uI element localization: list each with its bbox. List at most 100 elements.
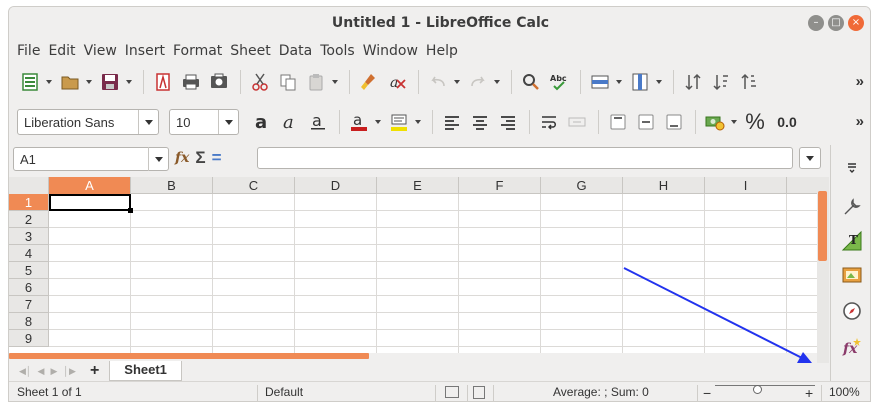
- minimize-button[interactable]: –: [808, 15, 824, 31]
- save-dropdown-arrow[interactable]: [125, 69, 133, 95]
- font-size-dropdown[interactable]: [218, 110, 238, 134]
- column-header-d[interactable]: D: [295, 177, 377, 194]
- previous-sheet-icon[interactable]: ◀: [38, 366, 45, 377]
- clone-formatting-button[interactable]: [356, 69, 382, 95]
- horizontal-scrollbar[interactable]: [9, 353, 817, 361]
- find-replace-button[interactable]: [518, 69, 544, 95]
- format-toolbar-overflow-button[interactable]: »: [856, 113, 864, 130]
- sort-descending-button[interactable]: [736, 69, 762, 95]
- row-header-2[interactable]: 2: [9, 211, 49, 228]
- zoom-slider-track[interactable]: [715, 385, 815, 386]
- zoom-level[interactable]: 100%: [829, 385, 860, 399]
- wrap-text-button[interactable]: [536, 109, 562, 135]
- menu-edit[interactable]: Edit: [44, 41, 79, 63]
- redo-dropdown-arrow[interactable]: [493, 69, 501, 95]
- column-dropdown-arrow[interactable]: [655, 69, 663, 95]
- align-center-button[interactable]: [467, 109, 493, 135]
- vertical-scroll-thumb[interactable]: [818, 191, 827, 261]
- print-button[interactable]: [178, 69, 204, 95]
- row-header-1[interactable]: 1: [9, 194, 49, 211]
- currency-dropdown[interactable]: [730, 109, 738, 135]
- row-header-3[interactable]: 3: [9, 228, 49, 245]
- menu-data[interactable]: Data: [275, 41, 316, 63]
- column-header-c[interactable]: C: [213, 177, 295, 194]
- maximize-button[interactable]: □: [828, 15, 844, 31]
- align-left-button[interactable]: [439, 109, 465, 135]
- sidebar-navigator-button[interactable]: [840, 299, 864, 323]
- name-box[interactable]: A1: [13, 147, 169, 171]
- open-button[interactable]: [57, 69, 83, 95]
- align-right-button[interactable]: [495, 109, 521, 135]
- horizontal-scroll-thumb[interactable]: [9, 353, 369, 359]
- paste-button[interactable]: [303, 69, 329, 95]
- highlight-color-dropdown[interactable]: [414, 109, 422, 135]
- menu-help[interactable]: Help: [422, 41, 462, 63]
- sidebar-properties-button[interactable]: [840, 195, 864, 219]
- column-header-h[interactable]: H: [623, 177, 705, 194]
- row-header-5[interactable]: 5: [9, 262, 49, 279]
- copy-button[interactable]: [275, 69, 301, 95]
- align-bottom-button[interactable]: [661, 109, 687, 135]
- column-header-b[interactable]: B: [131, 177, 213, 194]
- expand-formula-bar-button[interactable]: [799, 147, 821, 169]
- row-dropdown-arrow[interactable]: [615, 69, 623, 95]
- print-preview-button[interactable]: [206, 69, 232, 95]
- sum-button[interactable]: Σ: [195, 148, 205, 168]
- column-header-e[interactable]: E: [377, 177, 459, 194]
- new-dropdown-arrow[interactable]: [45, 69, 53, 95]
- first-sheet-icon[interactable]: ◀│: [19, 366, 32, 377]
- sidebar-functions-button[interactable]: fx: [840, 335, 864, 359]
- decimal-format-button[interactable]: 0.0: [770, 109, 804, 135]
- column-header-i[interactable]: I: [705, 177, 787, 194]
- column-button[interactable]: [627, 69, 653, 95]
- function-wizard-button[interactable]: fx: [175, 150, 189, 166]
- page-style[interactable]: Default: [265, 385, 303, 399]
- menu-sheet[interactable]: Sheet: [226, 41, 274, 63]
- menu-file[interactable]: File: [13, 41, 44, 63]
- font-color-dropdown[interactable]: [374, 109, 382, 135]
- row-header-6[interactable]: 6: [9, 279, 49, 296]
- sort-ascending-button[interactable]: [708, 69, 734, 95]
- font-name-dropdown[interactable]: [138, 110, 158, 134]
- zoom-out-button[interactable]: −: [703, 385, 711, 401]
- row-header-4[interactable]: 4: [9, 245, 49, 262]
- menu-insert[interactable]: Insert: [121, 41, 169, 63]
- merge-cells-button[interactable]: [564, 109, 590, 135]
- italic-button[interactable]: a: [277, 109, 303, 135]
- cell-cursor-a1[interactable]: [49, 194, 133, 213]
- font-name-combo[interactable]: Liberation Sans: [17, 109, 159, 135]
- redo-button[interactable]: [465, 69, 491, 95]
- new-spreadsheet-button[interactable]: [17, 69, 43, 95]
- undo-dropdown-arrow[interactable]: [453, 69, 461, 95]
- toolbar-overflow-button[interactable]: »: [856, 73, 864, 90]
- sidebar-menu-button[interactable]: [840, 155, 864, 179]
- zoom-slider-knob[interactable]: [753, 385, 762, 394]
- column-header-g[interactable]: G: [541, 177, 623, 194]
- spelling-button[interactable]: Abc: [546, 69, 572, 95]
- row-header-9[interactable]: 9: [9, 330, 49, 347]
- save-button[interactable]: [97, 69, 123, 95]
- align-top-button[interactable]: [605, 109, 631, 135]
- row-header-7[interactable]: 7: [9, 296, 49, 313]
- column-header-f[interactable]: F: [459, 177, 541, 194]
- cell-area[interactable]: [49, 194, 817, 353]
- align-middle-button[interactable]: [633, 109, 659, 135]
- formula-button[interactable]: =: [212, 148, 222, 168]
- sheet-tab-sheet1[interactable]: Sheet1: [109, 361, 182, 381]
- cut-button[interactable]: [247, 69, 273, 95]
- clear-formatting-button[interactable]: a: [384, 69, 410, 95]
- formula-input[interactable]: [257, 147, 793, 169]
- open-dropdown-arrow[interactable]: [85, 69, 93, 95]
- underline-button[interactable]: a: [305, 109, 331, 135]
- bold-button[interactable]: a: [249, 109, 275, 135]
- menu-view[interactable]: View: [80, 41, 121, 63]
- export-pdf-button[interactable]: [150, 69, 176, 95]
- row-header-8[interactable]: 8: [9, 313, 49, 330]
- zoom-in-button[interactable]: +: [805, 385, 813, 401]
- menu-window[interactable]: Window: [359, 41, 422, 63]
- vertical-scrollbar[interactable]: [817, 177, 829, 363]
- spreadsheet-grid[interactable]: A B C D E F G H I 1 2 3 4 5 6 7 8 9: [9, 177, 817, 353]
- name-box-dropdown[interactable]: [148, 147, 168, 171]
- currency-format-button[interactable]: [702, 109, 728, 135]
- paste-dropdown-arrow[interactable]: [331, 69, 339, 95]
